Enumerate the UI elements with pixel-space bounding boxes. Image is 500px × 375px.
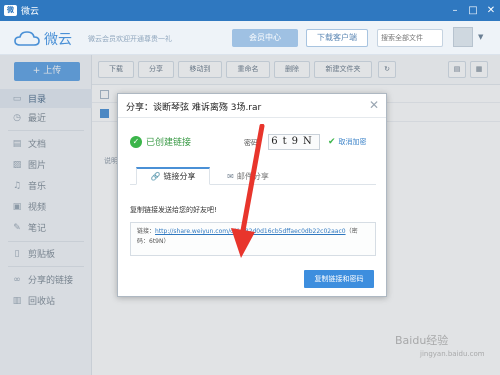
window-titlebar: 微 微云 – □ ✕ <box>0 0 500 21</box>
dialog-title: 分享：谈断琴弦 难诉离殇 3场.rar <box>126 103 262 113</box>
vip-center-button[interactable]: 会员中心 <box>232 29 298 47</box>
brand: 微云 <box>14 29 72 49</box>
watermark-url: jingyan.baidu.com <box>420 350 485 358</box>
search-input[interactable] <box>381 34 437 42</box>
check-circle-icon: ✓ <box>130 135 142 148</box>
close-icon[interactable]: ✕ <box>366 97 382 113</box>
cloud-logo-icon <box>14 31 40 46</box>
checkmark-icon: ✔ <box>328 137 336 147</box>
link-label: 链接： <box>137 228 156 235</box>
tab-link-share[interactable]: 🔗 链接分享 <box>136 167 210 185</box>
app-header: 微云 微云会员欢迎开通尊贵一礼 会员中心 下载客户端 ▼ <box>0 21 500 55</box>
password-value[interactable]: 6t9N <box>268 134 320 150</box>
window-controls: – □ ✕ <box>446 2 500 20</box>
watermark: Baidu经验 <box>395 334 449 347</box>
minimize-icon[interactable]: – <box>446 2 464 20</box>
copy-link-and-password-button[interactable]: 复制链接和密码 <box>304 270 374 288</box>
cancel-encryption-label: 取消加密 <box>338 138 367 146</box>
search-box[interactable] <box>377 29 443 47</box>
chevron-down-icon[interactable]: ▼ <box>478 33 483 41</box>
link-icon: 🔗 <box>150 172 161 181</box>
app-logo-icon: 微 <box>4 5 17 16</box>
copy-hint: 复制链接发送给您的好友吧! <box>130 206 217 214</box>
header-slogan[interactable]: 微云会员欢迎开通尊贵一礼 <box>88 34 172 44</box>
status-text: 已创建链接 <box>146 138 192 148</box>
cancel-encryption-link[interactable]: ✔ 取消加密 <box>328 137 367 147</box>
dialog-header: 分享：谈断琴弦 难诉离殇 3场.rar ✕ <box>118 94 386 118</box>
avatar[interactable] <box>453 27 473 47</box>
tab-label: 链接分享 <box>163 172 196 181</box>
maximize-icon[interactable]: □ <box>464 2 482 20</box>
window-title: 微云 <box>21 7 40 17</box>
link-created-status: ✓ 已创建链接 <box>130 135 191 148</box>
brand-name: 微云 <box>44 32 72 48</box>
annotation-arrow-icon <box>231 124 265 258</box>
close-window-icon[interactable]: ✕ <box>482 2 500 20</box>
download-client-button[interactable]: 下载客户端 <box>306 29 368 47</box>
